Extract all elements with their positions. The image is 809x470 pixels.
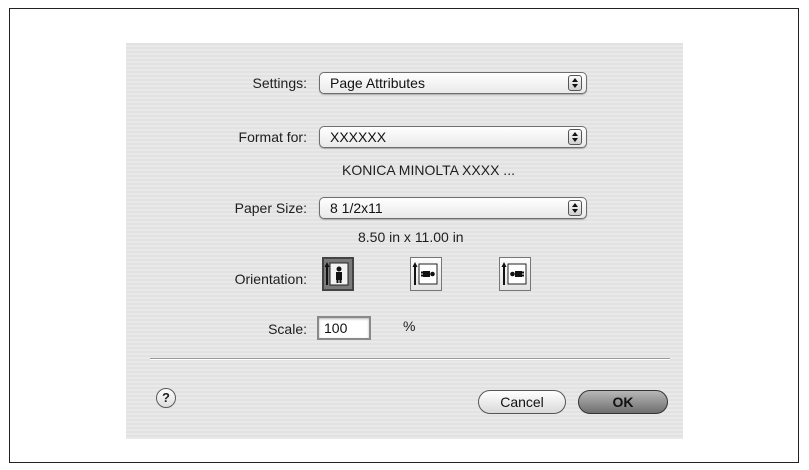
help-button[interactable]: ? [156,388,176,408]
format-for-label: Format for: [238,129,307,145]
orientation-portrait-button[interactable] [322,257,354,291]
popup-arrows-icon [568,200,582,216]
orientation-label: Orientation: [234,271,307,287]
landscape-left-orientation-icon [412,262,438,285]
paper-size-popup-value: 8 1/2x11 [330,200,383,216]
paper-dimensions: 8.50 in x 11.00 in [358,229,464,245]
format-for-popup-value: XXXXXX [330,129,387,145]
settings-label: Settings: [252,75,307,91]
paper-size-label: Paper Size: [234,200,307,216]
paper-size-popup[interactable]: 8 1/2x11 [319,197,587,219]
popup-arrows-icon [568,129,582,145]
orientation-landscape-left-button[interactable] [410,257,442,291]
orientation-landscape-right-button[interactable] [499,257,531,291]
format-for-popup[interactable]: XXXXXX [319,126,587,148]
settings-popup[interactable]: Page Attributes [319,72,587,94]
scale-label: Scale: [268,321,307,337]
ok-button[interactable]: OK [578,390,668,414]
cancel-button[interactable]: Cancel [478,390,566,414]
page-setup-dialog: Settings: Page Attributes Format for: XX… [126,43,683,439]
help-icon: ? [162,390,170,405]
scale-value: 100 [324,320,348,336]
scale-unit: % [403,318,416,334]
landscape-right-orientation-icon [501,262,527,285]
settings-popup-value: Page Attributes [330,75,425,91]
scale-input[interactable]: 100 [317,316,371,340]
popup-arrows-icon [568,75,582,91]
printer-name: KONICA MINOLTA XXXX ... [342,162,515,178]
divider [150,358,670,359]
portrait-orientation-icon [324,262,349,286]
